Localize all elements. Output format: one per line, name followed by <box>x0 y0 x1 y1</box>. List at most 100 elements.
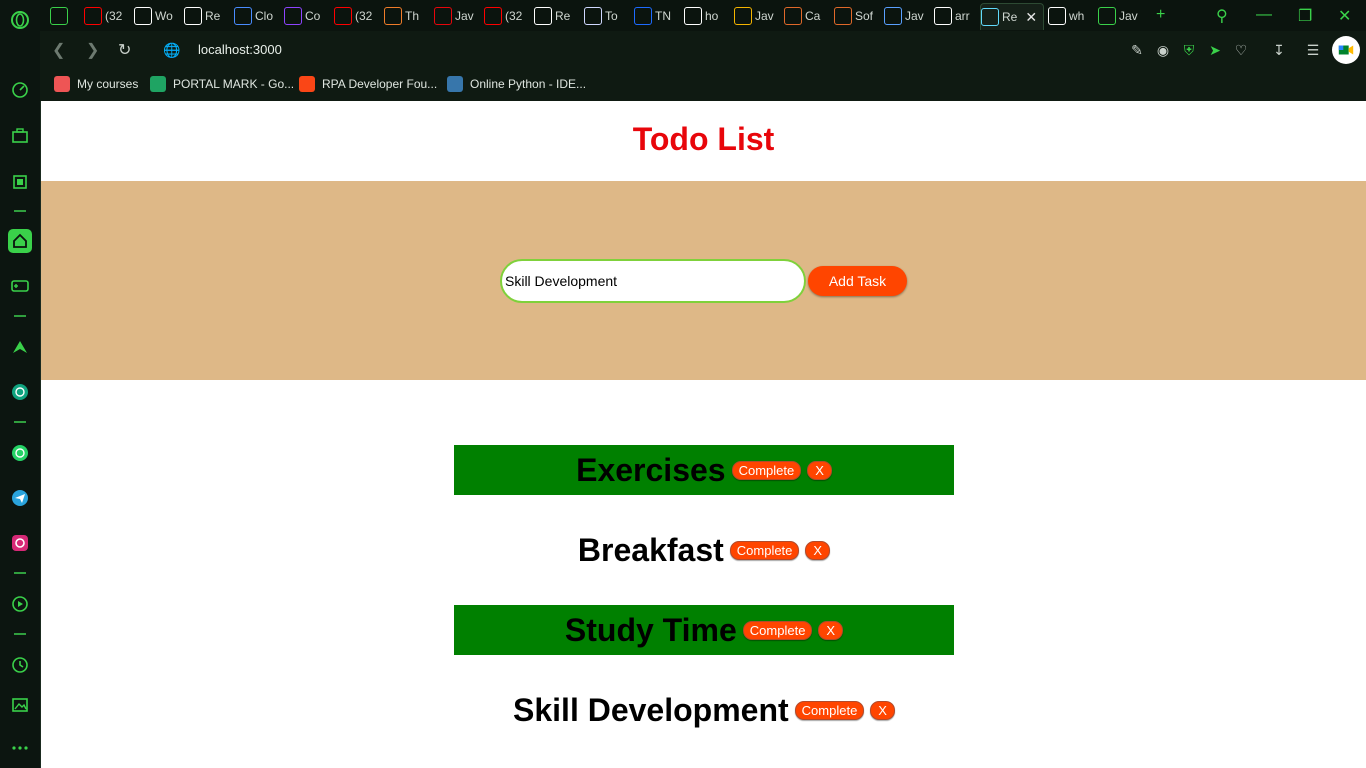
download-icon[interactable]: ↧ <box>1270 41 1288 59</box>
browser-tab[interactable]: Jav <box>734 3 778 29</box>
todo-text: Exercises <box>576 451 726 488</box>
browser-tab[interactable]: ho <box>684 3 728 29</box>
browser-tab[interactable]: Re ✕ <box>980 3 1044 30</box>
forward-arrow-icon[interactable]: ❯ <box>86 40 99 60</box>
minimize-button[interactable]: — <box>1256 6 1272 24</box>
history-clock-icon[interactable] <box>8 653 32 677</box>
browser-tab[interactable]: arr <box>934 3 978 29</box>
globe-icon <box>584 7 602 25</box>
game-controller-icon[interactable] <box>8 274 32 298</box>
edit-icon[interactable]: ✎ <box>1128 41 1146 59</box>
wordwall-icon <box>134 7 152 25</box>
telegram-icon[interactable] <box>8 486 32 510</box>
browser-tab[interactable]: (32 <box>484 3 528 29</box>
tab-label: Clo <box>255 9 274 23</box>
browser-tab[interactable]: Re <box>184 3 228 29</box>
browser-tab[interactable]: (32 <box>334 3 378 29</box>
tab-label: Jav <box>455 9 474 23</box>
browser-tab[interactable] <box>50 3 80 29</box>
google-icon <box>934 7 952 25</box>
tab-label: To <box>605 9 618 23</box>
browser-tab[interactable]: Clo <box>234 3 278 29</box>
delete-button[interactable]: X <box>870 700 895 720</box>
tab-label: wh <box>1069 9 1085 23</box>
home-icon[interactable] <box>8 229 32 253</box>
todo-text: Study Time <box>564 611 737 648</box>
heart-icon[interactable]: ♡ <box>1232 41 1250 59</box>
add-task-button[interactable]: Add Task <box>808 266 907 296</box>
tab-label: Re <box>555 9 571 23</box>
chip-icon[interactable] <box>8 170 32 194</box>
bookmark-item[interactable]: PORTAL MARK - Go... <box>150 76 294 92</box>
todo-item: Skill Development Complete X <box>454 685 954 735</box>
chatgpt-icon[interactable] <box>8 380 32 404</box>
more-dots-icon[interactable] <box>8 736 32 760</box>
player-icon[interactable] <box>8 592 32 616</box>
send-icon[interactable]: ➤ <box>1206 41 1224 59</box>
u-icon <box>284 7 302 25</box>
settings-sliders-icon[interactable]: ☰ <box>1304 41 1322 59</box>
delete-button[interactable]: X <box>818 620 844 640</box>
todo-item: Breakfast Complete X <box>454 525 954 575</box>
speedometer-icon[interactable] <box>8 78 32 102</box>
briefcase-icon[interactable] <box>8 124 32 148</box>
complete-button[interactable]: Complete <box>731 460 802 480</box>
browser-tab[interactable]: Ca <box>784 3 828 29</box>
page-icon <box>184 7 202 25</box>
camera-icon[interactable]: ◉ <box>1154 41 1172 59</box>
browser-tab[interactable]: Jav <box>434 3 478 29</box>
browser-tab[interactable]: To <box>584 3 628 29</box>
tab-label: (32 <box>105 9 123 23</box>
gamepad-icon <box>50 7 68 25</box>
browser-tab[interactable]: Jav <box>1098 3 1142 29</box>
browser-tab[interactable]: Wo <box>134 3 178 29</box>
complete-button[interactable]: Complete <box>742 620 813 640</box>
aria-icon[interactable] <box>8 335 32 359</box>
tab-strip: + ⚲ — ❐ ✕ (32 Wo Re Clo Co (32 Th Jav (32 Re To TN h… <box>40 0 1366 31</box>
complete-button[interactable]: Complete <box>794 700 865 720</box>
new-tab-button[interactable]: + <box>1156 6 1165 24</box>
ib-icon <box>884 7 902 25</box>
tab-label: Re <box>205 9 221 23</box>
complete-button[interactable]: Complete <box>729 540 800 560</box>
shield-icon[interactable]: ⛨ <box>1180 41 1198 59</box>
close-tab-icon[interactable]: ✕ <box>1025 9 1037 26</box>
browser-tab[interactable]: Jav <box>884 3 928 29</box>
flag-icon <box>234 7 252 25</box>
search-tabs-icon[interactable]: ⚲ <box>1216 6 1228 26</box>
delete-button[interactable]: X <box>805 540 831 560</box>
browser-tab[interactable]: Co <box>284 3 328 29</box>
bookmark-item[interactable]: My courses <box>54 76 138 92</box>
browser-tab[interactable]: TN <box>634 3 678 29</box>
bookmark-item[interactable]: RPA Developer Fou... <box>299 76 437 92</box>
tab-label: Ca <box>805 9 821 23</box>
browser-tab[interactable]: wh <box>1048 3 1092 29</box>
restore-button[interactable]: ❐ <box>1298 6 1312 26</box>
bookmark-item[interactable]: Online Python - IDE... <box>447 76 586 92</box>
youtube-icon <box>334 7 352 25</box>
gallery-icon[interactable] <box>8 693 32 717</box>
react-icon <box>981 8 999 26</box>
browser-tab[interactable]: Sof <box>834 3 878 29</box>
browser-tab[interactable]: Th <box>384 3 428 29</box>
bookmark-label: PORTAL MARK - Go... <box>173 77 295 91</box>
task-input[interactable] <box>500 259 806 303</box>
google-meet-icon[interactable] <box>1332 36 1360 64</box>
site-info-globe-icon[interactable]: 🌐 <box>163 41 181 59</box>
close-window-button[interactable]: ✕ <box>1338 6 1351 26</box>
browser-tab[interactable]: (32 <box>84 3 128 29</box>
tab-label: Co <box>305 9 321 23</box>
opera-logo-icon[interactable] <box>8 8 32 32</box>
youtube-icon <box>484 7 502 25</box>
tab-label: arr <box>955 9 970 23</box>
back-arrow-icon[interactable]: ❮ <box>52 40 65 60</box>
instagram-icon[interactable] <box>8 531 32 555</box>
todo-item: Exercises Complete X <box>454 445 954 495</box>
bookmark-label: Online Python - IDE... <box>470 77 587 91</box>
tab-label: Th <box>405 9 420 23</box>
delete-button[interactable]: X <box>807 460 832 480</box>
url-field[interactable]: localhost:3000 <box>198 42 282 57</box>
whatsapp-icon[interactable] <box>8 441 32 465</box>
browser-tab[interactable]: Re <box>534 3 578 29</box>
reload-icon[interactable]: ↻ <box>118 40 131 60</box>
